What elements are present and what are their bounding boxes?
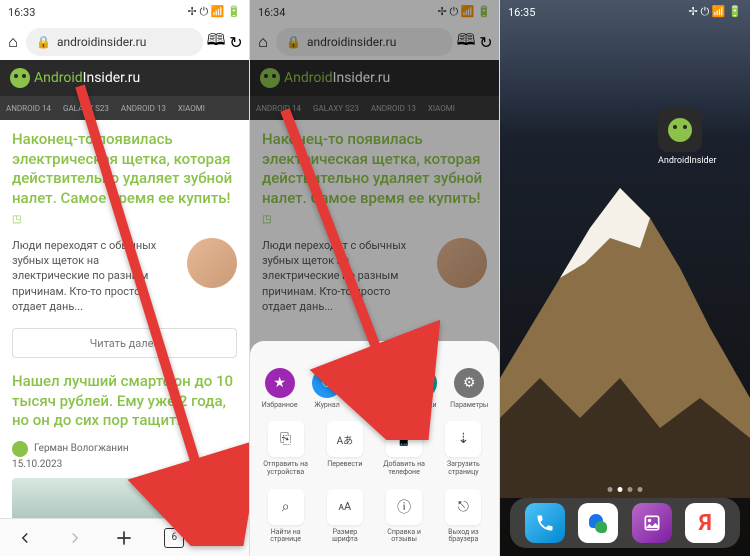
history-button[interactable]: ⏱Журнал [304,368,350,410]
screenshot-1: 16:33 ✢ ⏻ 📶 🔋 ⌂ 🔒 androidinsider.ru 🕮 ↻ … [0,0,250,556]
translate-button[interactable]: AあПеревести [322,421,368,476]
bookmark-icon[interactable]: ◳ [12,214,21,225]
help-feedback-button[interactable]: ⓘСправка и отзывы [381,489,427,544]
download-icon: ⇣ [445,421,481,457]
url-text: androidinsider.ru [57,35,146,49]
lock-icon: 🔒 [36,35,51,49]
dock-messages-app[interactable] [578,503,618,543]
dock: Я [510,498,740,548]
new-tab-button[interactable] [111,525,137,551]
phone-add-icon: 📱 [386,421,422,457]
status-bar: 16:33 ✢ ⏻ 📶 🔋 [0,0,249,24]
headline-2[interactable]: Нашел лучший смартфон до 10 тысяч рублей… [12,372,237,431]
article-thumbnail [187,238,237,288]
android-logo-icon [668,118,692,142]
tab-xiaomi[interactable]: XIAOMI [178,104,205,113]
refresh-icon[interactable]: ↻ [229,35,243,49]
clock: 16:35 [508,6,535,19]
tab-galaxy-s23[interactable]: GALAXY S23 [63,104,109,113]
address-bar: ⌂ 🔒 androidinsider.ru 🕮 ↻ [0,24,249,60]
info-icon: ⓘ [386,489,422,525]
dock-yandex-app[interactable]: Я [685,503,725,543]
article-content: Наконец-то появилась электрическая щетка… [0,120,249,556]
app-label: AndroidInsider [658,156,702,166]
settings-button[interactable]: ⚙Параметры [446,368,492,410]
page-indicator [608,487,643,492]
back-button[interactable] [12,525,38,551]
screenshot-3-homescreen: 16:35 ✢ ⏻ 📶 🔋 AndroidInsider Я [500,0,750,556]
read-more-button[interactable]: Читать далее [12,328,237,358]
status-icons: ✢ ⏻ 📶 🔋 [188,5,242,19]
favorites-button[interactable]: ★Избранное [257,368,303,410]
sheet-handle[interactable] [361,351,389,354]
font-size-icon: ᴀA [327,489,363,525]
browser-bottom-nav: 6 [0,518,249,556]
send-icon: ⎘ [268,421,304,457]
author-row: Герман Вологжанин [12,441,237,457]
forward-button[interactable] [62,525,88,551]
sheet-grid-row-1: ⎘Отправить на устройства AあПеревести 📱До… [250,417,499,480]
search-icon: ⌕ [268,489,304,525]
androidinsider-app-shortcut[interactable]: AndroidInsider [658,108,702,166]
site-nav-tabs: ANDROID 14 GALAXY S23 ANDROID 13 XIAOMI [0,96,249,120]
author-avatar-icon [12,441,28,457]
collection-button[interactable]: ⊞Коллекция [351,368,397,410]
exit-icon: ⎋ [445,489,481,525]
screenshot-2: 16:34 ✢ ⏻ 📶 🔋 ⌂ 🔒 androidinsider.ru 🕮 ↻ … [250,0,500,556]
translate-icon: Aあ [327,421,363,457]
author-name: Герман Вологжанин [34,443,129,454]
site-name: AndroidInsider.ru [34,70,140,86]
send-to-devices-button[interactable]: ⎘Отправить на устройства [263,421,309,476]
font-size-button[interactable]: ᴀAРазмер шрифта [322,489,368,544]
status-bar: 16:35 ✢ ⏻ 📶 🔋 [500,0,750,24]
home-icon[interactable]: ⌂ [6,35,20,49]
dock-phone-app[interactable] [525,503,565,543]
exit-browser-button[interactable]: ⎋Выход из браузера [440,489,486,544]
tabs-button[interactable]: 6 [161,525,187,551]
translate-icon[interactable]: 🕮 [209,35,223,49]
clock: 16:33 [8,6,35,19]
find-on-page-button[interactable]: ⌕Найти на странице [263,489,309,544]
tab-android14[interactable]: ANDROID 14 [6,104,51,113]
bottom-sheet: ★Избранное ⏱Журнал ⊞Коллекция ↓Загрузки … [250,341,499,556]
downloads-button[interactable]: ↓Загрузки [399,368,445,410]
sheet-top-row: ★Избранное ⏱Журнал ⊞Коллекция ↓Загрузки … [250,364,499,414]
app-icon [658,108,702,152]
tab-android13[interactable]: ANDROID 13 [121,104,166,113]
android-logo-icon [10,68,30,88]
wallpaper-mountain [500,178,750,498]
sheet-grid-row-2: ⌕Найти на странице ᴀAРазмер шрифта ⓘСпра… [250,485,499,548]
excerpt-1: Люди переходят с обычных зубных щеток на… [12,238,177,315]
status-icons: ✢ ⏻ 📶 🔋 [689,5,743,19]
headline-1[interactable]: Наконец-то появилась электрическая щетка… [12,130,237,228]
add-to-phone-button[interactable]: 📱Добавить на телефоне [381,421,427,476]
url-field[interactable]: 🔒 androidinsider.ru [26,28,203,56]
article-date: 15.10.2023 [12,459,237,470]
download-page-button[interactable]: ⇣Загрузить страницу [440,421,486,476]
dock-gallery-app[interactable] [632,503,672,543]
menu-button[interactable] [211,525,237,551]
site-header: AndroidInsider.ru [0,60,249,96]
